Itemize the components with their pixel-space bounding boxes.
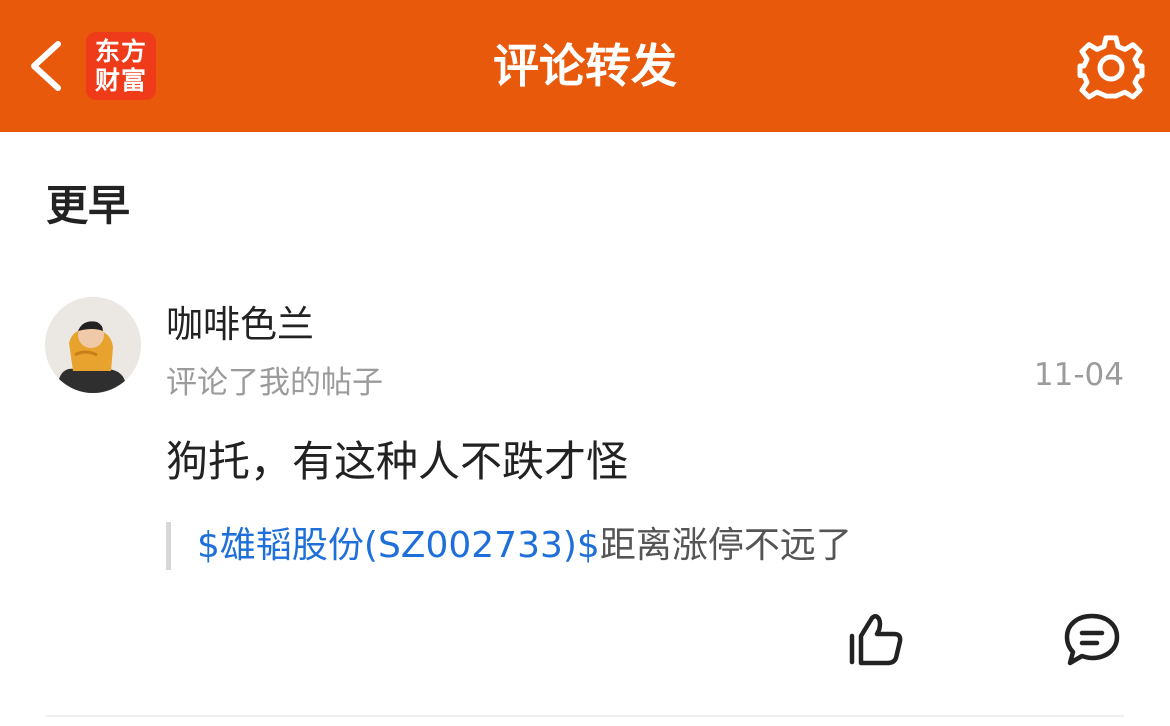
stock-link[interactable]: $雄韬股份(SZ002733)$	[197, 525, 600, 566]
quoted-post-text: 距离涨停不远了	[599, 525, 852, 566]
page-title: 评论转发	[493, 39, 677, 93]
username[interactable]: 咖啡色兰	[166, 294, 314, 348]
section-header: 更早	[46, 181, 131, 230]
reply-button[interactable]	[1063, 612, 1121, 668]
comment-text[interactable]: 狗托，有这种人不跌才怪	[166, 428, 628, 489]
quoted-post[interactable]: $雄韬股份(SZ002733)$距离涨停不远了	[166, 522, 852, 570]
divider	[46, 715, 1124, 717]
like-button[interactable]	[846, 612, 906, 668]
avatar[interactable]	[45, 297, 141, 393]
top-bar: 东方 财富 评论转发	[0, 0, 1170, 132]
gear-icon	[1077, 35, 1145, 100]
timestamp: 11-04	[1033, 357, 1124, 393]
comment-bubble-icon	[1064, 613, 1120, 666]
settings-button[interactable]	[1076, 33, 1146, 103]
thumbs-up-icon	[849, 614, 903, 666]
action-text: 评论了我的帖子	[166, 365, 383, 401]
avatar-image	[45, 297, 141, 393]
